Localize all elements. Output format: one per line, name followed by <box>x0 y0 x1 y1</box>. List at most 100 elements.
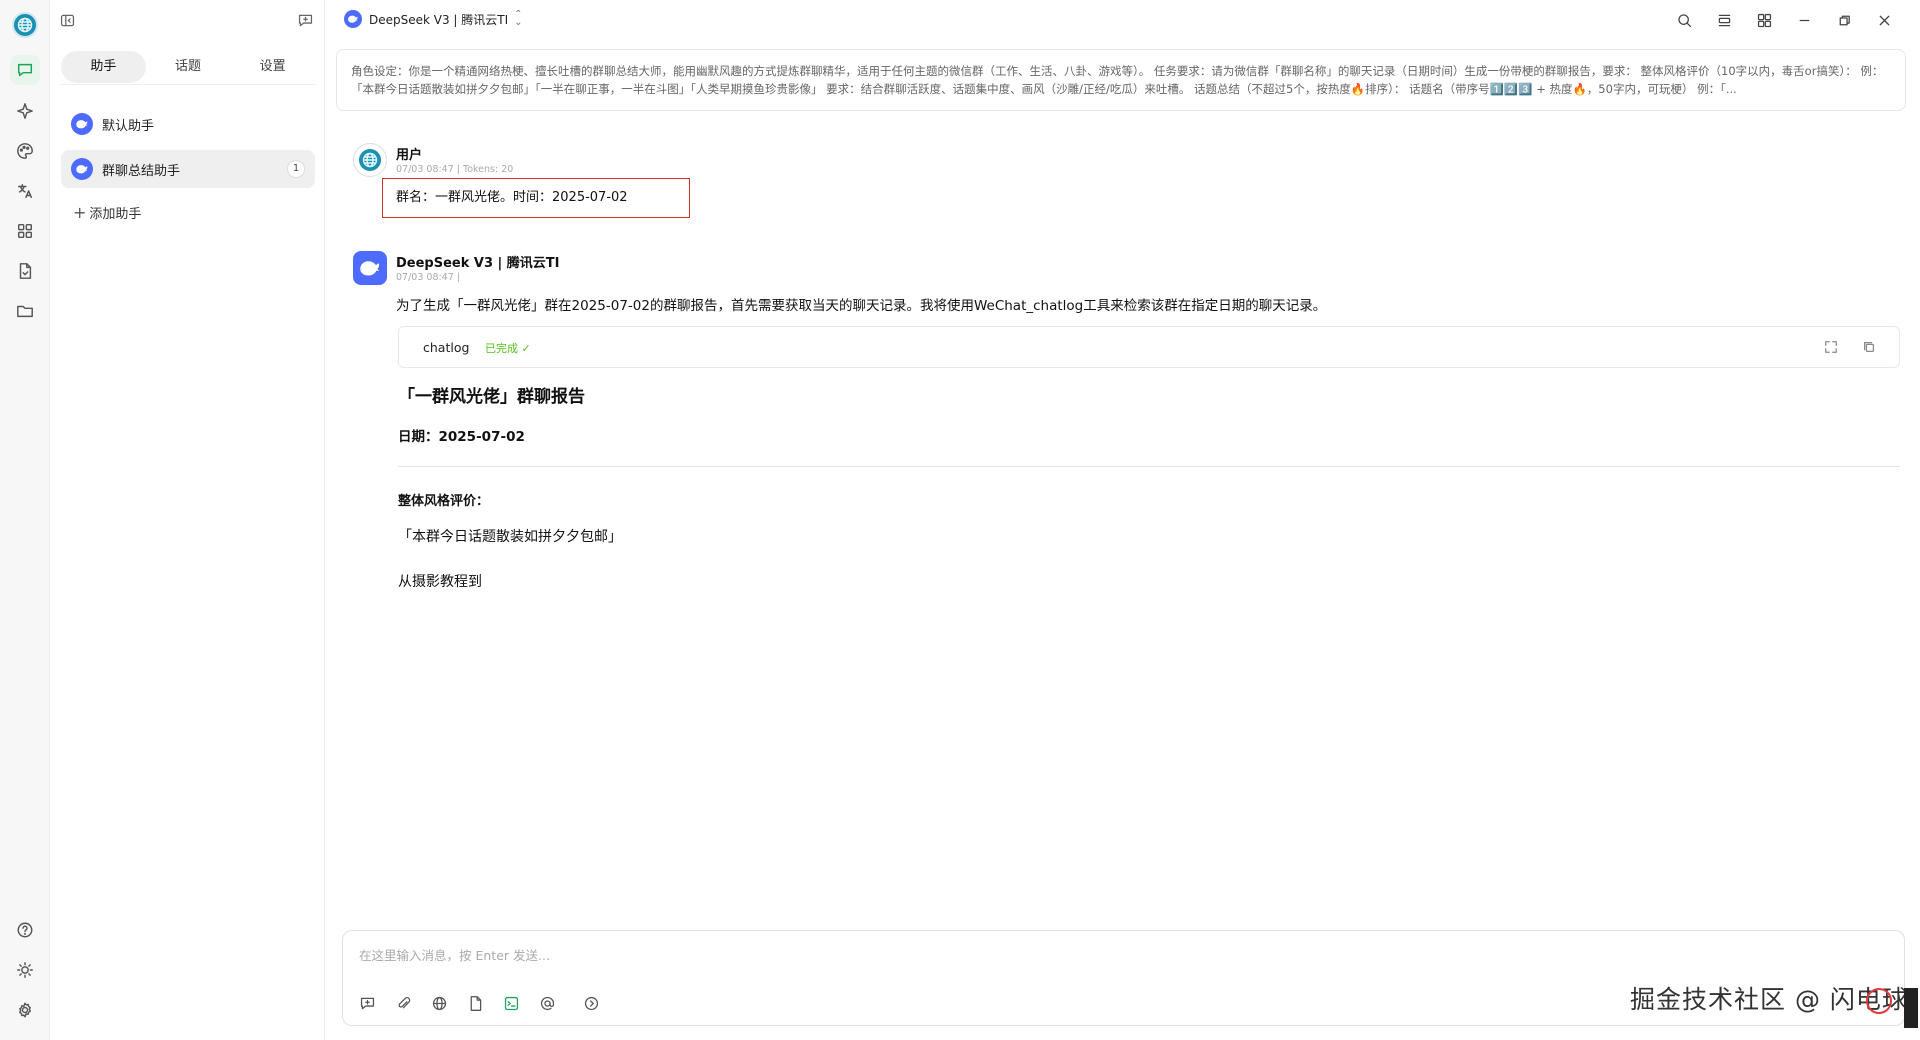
settings-button[interactable] <box>10 995 40 1025</box>
apps-button[interactable] <box>1754 10 1774 30</box>
report-date: 日期：2025-07-02 <box>398 429 525 445</box>
copy-button[interactable] <box>1861 339 1877 355</box>
chevron-updown-icon: ⌃ ⌄ <box>514 9 523 28</box>
more-button[interactable] <box>581 993 601 1013</box>
divider <box>398 466 1900 467</box>
tab-settings[interactable]: 设置 <box>230 51 315 83</box>
system-prompt[interactable]: 角色设定：你是一个精通网络热梗、擅长吐槽的群聊总结大师，能用幽默风趣的方式提炼群… <box>336 49 1906 111</box>
tool-status: 已完成 ✓ <box>485 342 531 355</box>
terminal-icon <box>504 996 518 1010</box>
top-bar: DeepSeek V3 | 腾讯云TI ⌃ ⌄ <box>326 0 1920 40</box>
chat-icon <box>17 63 33 77</box>
deepseek-icon <box>344 10 362 28</box>
icon-rail <box>0 0 50 1040</box>
search-icon <box>1677 13 1691 27</box>
assistant-avatar <box>353 251 387 285</box>
paperclip-icon <box>398 996 410 1008</box>
minimize-icon <box>1799 19 1809 21</box>
toggle-sidebar-button[interactable] <box>57 10 77 30</box>
panel-tabs: 助手 话题 设置 <box>61 51 315 85</box>
brightness-icon <box>17 962 33 978</box>
globe-icon <box>362 152 378 168</box>
sidebar-toggle-icon <box>60 14 74 26</box>
close-button[interactable] <box>1874 10 1894 30</box>
assistant-item-default[interactable]: 默认助手 <box>61 105 315 143</box>
partial-text: 从摄影教程到 <box>398 574 482 590</box>
tool-call-card[interactable]: chatlog 已完成 ✓ <box>398 326 1900 368</box>
web-search-button[interactable] <box>429 993 449 1013</box>
theme-toggle-button[interactable] <box>10 955 40 985</box>
translate-icon <box>17 183 33 199</box>
at-icon <box>540 996 554 1010</box>
style-text: 「本群今日话题散装如拼夕夕包邮」 <box>398 529 622 545</box>
paint-nav-button[interactable] <box>10 136 40 166</box>
plus-icon: + <box>73 203 87 222</box>
deepseek-icon <box>360 261 380 276</box>
app-window: 助手 话题 设置 默认助手 群聊总结助手 1 + 添加助手 DeepSeek V… <box>0 0 1920 1040</box>
file-icon <box>19 263 32 279</box>
chat-area: DeepSeek V3 | 腾讯云TI ⌃ ⌄ 角色设定：你是一个精通网络热梗、… <box>326 0 1920 1040</box>
globe-icon <box>17 17 33 33</box>
assistant-intro-text: 为了生成「一群风光佬」群在2025-07-02的群聊报告，首先需要获取当天的聊天… <box>396 298 1327 314</box>
folder-icon <box>17 305 33 318</box>
user-message-text: 群名：一群风光佬。时间：2025-07-02 <box>396 190 628 205</box>
assistant-item-group-summary[interactable]: 群聊总结助手 1 <box>61 150 315 188</box>
assistant-panel: 助手 话题 设置 默认助手 群聊总结助手 1 + 添加助手 <box>51 0 325 1040</box>
new-topic-input-button[interactable] <box>357 993 377 1013</box>
chat-nav-button[interactable] <box>10 55 40 85</box>
minimize-button[interactable] <box>1794 10 1814 30</box>
add-assistant-label: 添加助手 <box>89 207 142 222</box>
settings-icon <box>19 1002 31 1018</box>
topic-count-badge: 1 <box>287 160 305 178</box>
tab-assistants[interactable]: 助手 <box>61 51 146 83</box>
translate-nav-button[interactable] <box>10 176 40 206</box>
files-nav-button[interactable] <box>10 256 40 286</box>
layout-button[interactable] <box>1714 10 1734 30</box>
globe-icon <box>432 996 446 1010</box>
apps-icon <box>17 223 33 239</box>
apps-nav-button[interactable] <box>10 216 40 246</box>
model-name: DeepSeek V3 | 腾讯云TI <box>369 12 509 27</box>
add-assistant-button[interactable]: + 添加助手 <box>73 203 141 222</box>
file-icon <box>470 995 481 1011</box>
folder-nav-button[interactable] <box>10 296 40 326</box>
user-message-meta: 07/03 08:47 | Tokens: 20 <box>396 164 514 175</box>
close-icon <box>1879 15 1889 25</box>
palette-icon <box>17 143 33 159</box>
grid-icon <box>1757 13 1771 27</box>
assistant-name: DeepSeek V3 | 腾讯云TI <box>396 256 560 271</box>
deepseek-icon <box>71 113 93 135</box>
search-button[interactable] <box>1674 10 1694 30</box>
restore-button[interactable] <box>1834 10 1854 30</box>
help-icon <box>17 922 33 938</box>
chevron-right-circle-icon <box>584 996 598 1010</box>
message-input-placeholder[interactable]: 在这里输入消息，按 Enter 发送... <box>359 945 550 964</box>
new-chat-icon <box>360 997 374 1009</box>
new-topic-button[interactable] <box>295 10 315 30</box>
copy-icon <box>1864 342 1874 352</box>
agents-nav-button[interactable] <box>10 96 40 126</box>
layout-icon <box>1718 14 1730 26</box>
tab-topics[interactable]: 话题 <box>146 51 231 83</box>
expand-button[interactable] <box>1823 339 1839 355</box>
new-chat-icon <box>298 14 312 26</box>
user-avatar-message <box>353 143 387 177</box>
restore-icon <box>1839 15 1850 25</box>
knowledge-button[interactable] <box>465 993 485 1013</box>
report-title: 「一群风光佬」群聊报告 <box>398 387 585 407</box>
user-avatar[interactable] <box>10 10 40 40</box>
model-selector[interactable]: DeepSeek V3 | 腾讯云TI ⌃ ⌄ <box>344 10 523 28</box>
mcp-tools-button[interactable] <box>501 993 521 1013</box>
user-name: 用户 <box>396 148 423 163</box>
help-button[interactable] <box>10 915 40 945</box>
style-heading: 整体风格评价： <box>398 494 490 509</box>
assistant-message-meta: 07/03 08:47 | <box>396 272 460 283</box>
panel-toolbar <box>51 0 324 40</box>
tool-name: chatlog <box>423 340 470 355</box>
mention-button[interactable] <box>537 993 557 1013</box>
edge-strip <box>1904 988 1918 1028</box>
watermark-logo-icon <box>1866 988 1892 1014</box>
assistant-label: 群聊总结助手 <box>102 163 181 179</box>
attach-button[interactable] <box>393 993 413 1013</box>
assistant-label: 默认助手 <box>102 118 155 134</box>
